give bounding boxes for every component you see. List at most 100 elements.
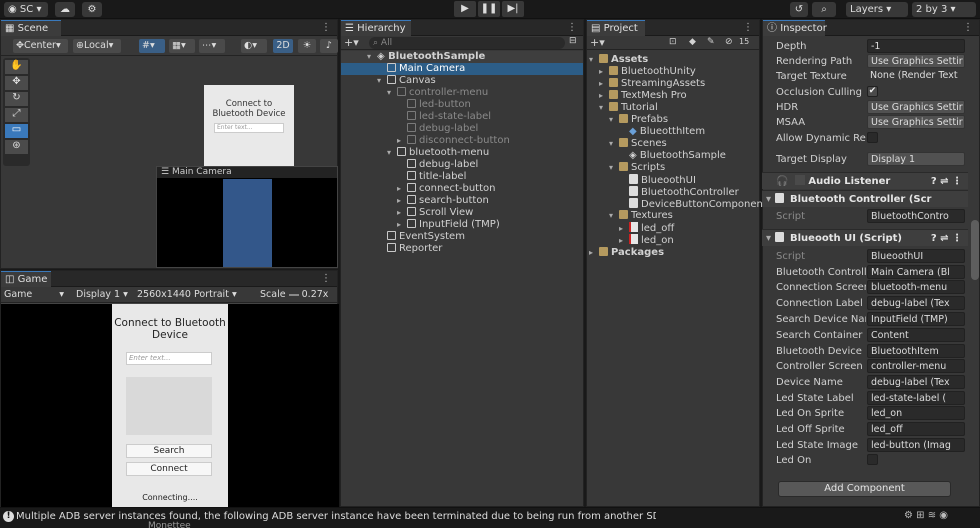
game-menu-icon[interactable]: ⋮	[321, 271, 331, 286]
project-item-bluetoothcontroller[interactable]: BluetoothController	[587, 186, 739, 198]
add-object-button[interactable]: +▾	[344, 36, 359, 49]
target-texture-field[interactable]: None (Render Text	[867, 69, 965, 83]
resolution-dropdown[interactable]: 2560x1440 Portrait ▾	[134, 288, 254, 302]
add-component-button[interactable]: Add Component	[778, 481, 951, 497]
hierarchy-item-title-label[interactable]: title-label	[341, 171, 466, 183]
game-ui-input[interactable]: Enter text...	[126, 352, 212, 365]
project-item-bluetoothunity[interactable]: ▸ BluetoothUnity	[587, 66, 696, 78]
rendering-path-dropdown[interactable]: Use Graphics Settir	[867, 54, 965, 68]
inspector-scrollbar[interactable]	[971, 220, 979, 280]
expand-arrow-icon[interactable]: ▾	[377, 75, 387, 87]
expand-arrow-icon[interactable]: ▸	[397, 195, 407, 207]
target-display-dropdown[interactable]: Display 1	[867, 152, 965, 166]
hierarchy-item-canvas[interactable]: ▾ Canvas	[341, 75, 436, 87]
expand-arrow-icon[interactable]: ▾	[387, 87, 397, 99]
grid-snap-icon[interactable]: #▾	[139, 39, 165, 53]
controller-screen-field[interactable]: controller-menu	[867, 359, 965, 373]
search-icon[interactable]: ⌕	[812, 2, 836, 17]
bluetooth-ui-header[interactable]: ▾ Blueooth UI (Script) ? ⇌ ⋮	[762, 229, 968, 246]
project-item-packages[interactable]: ▸ Packages	[587, 247, 664, 259]
expand-arrow-icon[interactable]: ▸	[589, 247, 599, 259]
hierarchy-menu-icon[interactable]: ⋮	[567, 20, 577, 35]
hierarchy-item-controller-menu[interactable]: ▾ controller-menu	[341, 87, 488, 99]
audio-listener-enabled-checkbox[interactable]	[794, 175, 805, 185]
project-item-devicebuttoncomponent[interactable]: DeviceButtonComponent	[587, 198, 767, 210]
depth-field[interactable]: -1	[867, 39, 965, 53]
hierarchy-item-disconnect-button[interactable]: ▸ disconnect-button	[341, 135, 510, 147]
scene-menu-icon[interactable]: ⋮	[321, 20, 331, 35]
display-dropdown[interactable]: Display 1 ▾	[73, 288, 131, 302]
play-button[interactable]: ▶	[454, 1, 476, 17]
game-search-button[interactable]: Search	[126, 444, 212, 458]
layout-dropdown[interactable]: 2 by 3 ▾	[912, 2, 976, 17]
expand-arrow-icon[interactable]: ▸	[397, 183, 407, 195]
device-name-field[interactable]: debug-label (Tex	[867, 375, 965, 389]
search-container-field[interactable]: Content	[867, 328, 965, 342]
hierarchy-item-reporter[interactable]: Reporter	[341, 243, 442, 255]
tab-inspector[interactable]: ⓘ Inspector	[763, 20, 827, 36]
step-button[interactable]: ▶|	[502, 1, 524, 17]
expand-arrow-icon[interactable]: ▾	[589, 54, 599, 66]
tab-game[interactable]: ◫ Game	[1, 271, 51, 287]
project-item-tutorial[interactable]: ▾ Tutorial	[587, 102, 658, 114]
project-item-textmeshpro[interactable]: ▸ TextMesh Pro	[587, 90, 687, 102]
game-connect-button[interactable]: Connect	[126, 462, 212, 476]
msaa-dropdown[interactable]: Use Graphics Settir	[867, 115, 965, 129]
bluetooth-device-button-field[interactable]: BluetoothItem	[867, 344, 965, 358]
hierarchy-item-led-state-label[interactable]: led-state-label	[341, 111, 491, 123]
shading-icon[interactable]: ◐▾	[241, 39, 267, 53]
mode-2d-toggle[interactable]: 2D	[273, 39, 293, 53]
hierarchy-item-debug-label[interactable]: debug-label	[341, 123, 478, 135]
collab-icon[interactable]: ⚙	[82, 2, 102, 17]
project-item-led-on[interactable]: ▸ led_on	[587, 234, 674, 246]
project-menu-icon[interactable]: ⋮	[743, 20, 753, 35]
scale-tool-icon[interactable]: ⤢	[5, 108, 28, 122]
led-state-image-field[interactable]: led-button (Imag	[867, 438, 965, 452]
project-filter-icon[interactable]: ◆	[689, 37, 696, 47]
expand-arrow-icon[interactable]: ▸	[599, 78, 609, 90]
cloud-icon[interactable]: ☁	[55, 2, 75, 17]
layers-dropdown[interactable]: Layers ▾	[846, 2, 908, 17]
game-view-dropdown[interactable]: Game ▾	[1, 288, 67, 302]
led-on-sprite-field[interactable]: led_on	[867, 406, 965, 420]
scale-slider[interactable]: Scale 0.27x	[257, 288, 337, 302]
space-dropdown[interactable]: ⊕Local▾	[73, 39, 121, 53]
led-off-sprite-field[interactable]: led_off	[867, 422, 965, 436]
lighting-icon[interactable]: ☀	[298, 39, 316, 53]
project-search-icon[interactable]: ⊡	[669, 37, 677, 47]
connection-label-field[interactable]: debug-label (Tex	[867, 296, 965, 310]
expand-arrow-icon[interactable]: ▾	[609, 162, 619, 174]
project-item-assets[interactable]: ▾ Assets	[587, 54, 648, 66]
expand-arrow-icon[interactable]: ▾	[609, 210, 619, 222]
hand-tool-icon[interactable]: ✋	[5, 60, 28, 74]
increment-icon[interactable]: ⋯▾	[199, 39, 225, 53]
snap-icon[interactable]: ▦▾	[169, 39, 195, 53]
hierarchy-item-main-camera[interactable]: Main Camera	[341, 63, 583, 75]
hierarchy-item-search-button[interactable]: ▸ search-button	[341, 195, 489, 207]
expand-arrow-icon[interactable]: ▸	[397, 207, 407, 219]
audio-listener-header[interactable]: 🎧 Audio Listener ? ⇌ ⋮	[762, 172, 968, 189]
status-message[interactable]: Multiple ADB server instances found, the…	[16, 511, 656, 522]
tab-scene[interactable]: ▦ Scene	[1, 20, 61, 36]
rotate-tool-icon[interactable]: ↻	[5, 92, 28, 106]
expand-arrow-icon[interactable]: ▾	[387, 147, 397, 159]
hierarchy-search-input[interactable]: ⌕ All	[369, 37, 565, 49]
transform-tool-icon[interactable]: ⊛	[5, 140, 28, 154]
project-add-button[interactable]: +▾	[590, 36, 605, 49]
hierarchy-item-inputfield[interactable]: ▸ InputField (TMP)	[341, 219, 500, 231]
bluetooth-controller-header[interactable]: ▾ Bluetooth Controller (Scr	[762, 190, 968, 207]
connection-screen-field[interactable]: bluetooth-menu	[867, 280, 965, 294]
history-icon[interactable]: ↺	[790, 2, 808, 17]
account-button[interactable]: ◉ SC ▾	[4, 2, 48, 17]
audio-icon[interactable]: ♪	[320, 39, 338, 53]
project-item-prefabs[interactable]: ▾ Prefabs	[587, 114, 668, 126]
expand-arrow-icon[interactable]: ▸	[599, 90, 609, 102]
status-tools-icons[interactable]: ⚙ ⊞ ≋ ◉	[904, 510, 948, 521]
expand-arrow-icon[interactable]: ▾	[367, 51, 377, 63]
hdr-dropdown[interactable]: Use Graphics Settir	[867, 100, 965, 114]
project-item-scenes[interactable]: ▾ Scenes	[587, 138, 667, 150]
hierarchy-item-bluetooth-menu[interactable]: ▾ bluetooth-menu	[341, 147, 489, 159]
project-item-led-off[interactable]: ▸ led_off	[587, 222, 674, 234]
project-item-streamingassets[interactable]: ▸ StreamingAssets	[587, 78, 705, 90]
project-item-scripts[interactable]: ▾ Scripts	[587, 162, 665, 174]
